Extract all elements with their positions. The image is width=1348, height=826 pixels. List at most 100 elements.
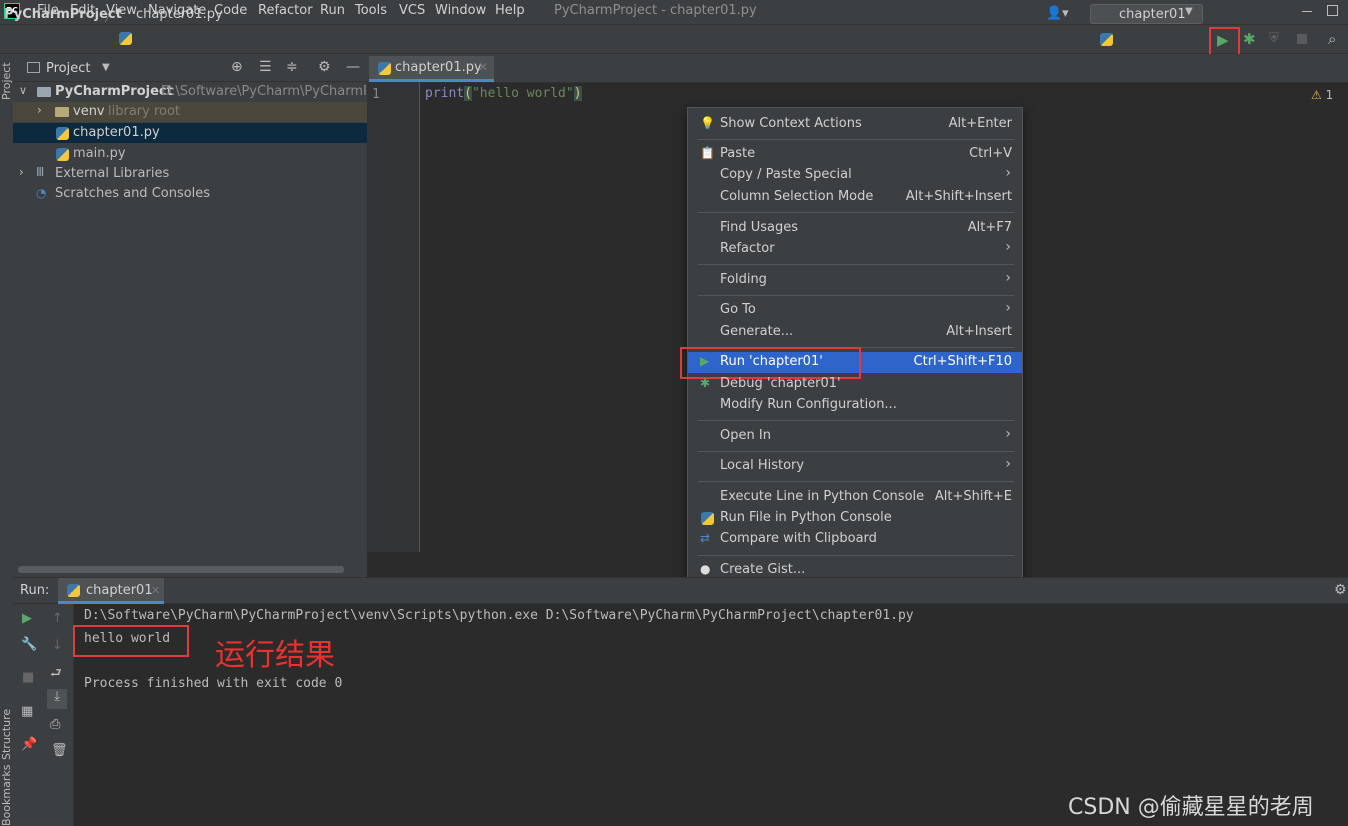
menu-item-label: Open In — [720, 428, 771, 443]
project-panel-title[interactable]: Project — [46, 61, 90, 76]
run-tool-header — [13, 577, 1348, 604]
chevron-right-icon: › — [1005, 165, 1011, 181]
arrow-down-icon[interactable]: ↓ — [52, 638, 63, 653]
hide-icon[interactable]: — — [346, 59, 360, 75]
stop-icon[interactable]: ■ — [22, 670, 34, 685]
python-file-icon — [67, 584, 80, 597]
breadcrumb-separator: 〉 — [104, 10, 118, 25]
lightbulb-icon: 💡 — [700, 116, 715, 130]
python-file-icon — [56, 127, 69, 140]
menu-tools[interactable]: Tools — [355, 3, 387, 18]
wrench-icon[interactable]: 🔧 — [21, 637, 37, 652]
menu-item-compare-clipboard[interactable]: ⇄ Compare with Clipboard — [688, 529, 1022, 550]
chevron-down-icon[interactable]: ▼ — [102, 62, 110, 73]
menu-separator — [698, 420, 1014, 421]
run-button-highlight-box — [1209, 27, 1240, 57]
warning-indicator[interactable]: ⚠ 1 — [1311, 88, 1333, 102]
warning-icon: ⚠ — [1311, 88, 1322, 102]
menu-item-column-selection-mode[interactable]: Column Selection Mode Alt+Shift+Insert — [688, 187, 1022, 208]
menu-item-local-history[interactable]: Local History › — [688, 456, 1022, 477]
project-panel-scrollbar[interactable] — [18, 566, 344, 573]
pin-icon[interactable]: 📌 — [21, 737, 37, 752]
menu-separator — [698, 295, 1014, 296]
menu-item-label: Find Usages — [720, 220, 799, 235]
arrow-up-icon[interactable]: ↑ — [52, 611, 63, 626]
gear-icon[interactable]: ⚙ — [1334, 582, 1347, 598]
menu-item-label: Execute Line in Python Console — [720, 489, 925, 504]
menu-item-run-file-console[interactable]: Run File in Python Console — [688, 508, 1022, 529]
menu-vcs[interactable]: VCS — [399, 3, 425, 18]
tree-item-project-root[interactable]: ∨ PyCharmProject D:\Software\PyCharm\PyC… — [13, 82, 367, 102]
layout-icon[interactable]: ▦ — [21, 704, 33, 719]
menu-separator — [698, 481, 1014, 482]
menu-item-find-usages[interactable]: Find Usages Alt+F7 — [688, 218, 1022, 239]
collapse-all-icon[interactable]: ≑ — [286, 59, 298, 75]
run-configuration-label: chapter01 — [1119, 7, 1186, 22]
tree-item-label: PyCharmProject — [55, 84, 173, 99]
menu-item-paste[interactable]: 📋 Paste Ctrl+V — [688, 144, 1022, 165]
gear-icon[interactable]: ⚙ — [318, 59, 331, 75]
menu-run[interactable]: Run — [320, 3, 345, 18]
editor-gutter — [367, 82, 420, 552]
user-icon[interactable]: 👤▾ — [1046, 6, 1069, 21]
watermark: CSDN @偷藏星星的老周 — [1068, 795, 1314, 820]
menu-item-label: Generate... — [720, 324, 794, 339]
output-highlight-box — [73, 625, 189, 657]
close-icon[interactable]: ✕ — [151, 584, 160, 597]
trash-icon[interactable]: 🗑 — [51, 743, 68, 758]
menu-item-open-in[interactable]: Open In › — [688, 426, 1022, 447]
debug-bug-icon: ✱ — [700, 376, 711, 390]
menu-item-debug-chapter01[interactable]: ✱ Debug 'chapter01' — [688, 374, 1022, 395]
menu-item-label: Show Context Actions — [720, 116, 862, 131]
menu-help[interactable]: Help — [495, 3, 525, 18]
menu-item-shortcut: Alt+Insert — [946, 324, 1012, 339]
locate-icon[interactable]: ⊕ — [231, 59, 243, 75]
menu-item-copy-paste-special[interactable]: Copy / Paste Special › — [688, 165, 1022, 186]
menu-item-label: Local History — [720, 458, 805, 473]
menu-item-folding[interactable]: Folding › — [688, 270, 1022, 291]
code-line[interactable]: print("hello world") — [425, 86, 582, 101]
search-icon[interactable]: ⌕ — [1328, 30, 1336, 48]
menu-item-label: Run File in Python Console — [720, 510, 892, 525]
compare-icon: ⇄ — [700, 531, 711, 545]
soft-wrap-icon[interactable]: ⮐ — [50, 664, 62, 686]
menu-refactor[interactable]: Refactor — [258, 3, 313, 18]
menu-item-refactor[interactable]: Refactor › — [688, 239, 1022, 260]
tree-item-scratches[interactable]: ◔ Scratches and Consoles — [13, 184, 367, 204]
bookmarks-stripe-button[interactable]: Bookmarks — [0, 765, 12, 826]
tree-item-external-libraries[interactable]: › Ⅲ External Libraries — [13, 164, 367, 184]
print-icon[interactable]: ⎙ — [50, 717, 60, 732]
menu-item-label: Copy / Paste Special — [720, 167, 852, 182]
scroll-to-end-icon[interactable]: ⤓ — [47, 689, 67, 709]
warning-count: 1 — [1325, 88, 1334, 102]
close-icon[interactable]: ✕ — [478, 60, 488, 74]
minimize-icon[interactable] — [1302, 11, 1312, 12]
menu-item-label: Folding — [720, 272, 767, 287]
menu-item-label: Refactor — [720, 241, 775, 256]
menu-item-shortcut: Alt+F7 — [967, 220, 1012, 235]
debug-bug-icon[interactable]: ✱ — [1243, 30, 1256, 48]
menu-window[interactable]: Window — [435, 3, 486, 18]
menu-item-go-to[interactable]: Go To › — [688, 300, 1022, 321]
menu-item-label: Column Selection Mode — [720, 189, 874, 204]
github-icon: ● — [700, 562, 711, 576]
stop-icon[interactable] — [1297, 34, 1307, 44]
tree-item-hint: D:\Software\PyCharm\PyCharmProj — [161, 84, 366, 99]
tree-item-main[interactable]: main.py — [13, 144, 367, 164]
maximize-icon[interactable] — [1327, 5, 1338, 16]
menu-item-modify-run-configuration[interactable]: Modify Run Configuration... — [688, 395, 1022, 416]
menu-item-label: Compare with Clipboard — [720, 531, 877, 546]
breadcrumb-file[interactable]: chapter01.py — [136, 7, 223, 22]
project-stripe-button[interactable]: Project — [0, 62, 13, 100]
rerun-icon[interactable]: ▶ — [22, 611, 32, 626]
coverage-icon[interactable]: ⛨ — [1269, 31, 1279, 46]
structure-stripe-button[interactable]: Structure — [0, 709, 13, 760]
line-number: 1 — [372, 87, 380, 102]
menu-separator — [698, 451, 1014, 452]
menu-item-show-context-actions[interactable]: 💡 Show Context Actions Alt+Enter — [688, 114, 1022, 135]
menu-item-generate[interactable]: Generate... Alt+Insert — [688, 322, 1022, 343]
expand-all-icon[interactable]: ☰ — [259, 59, 272, 75]
tree-item-venv[interactable]: › venv library root — [13, 102, 367, 122]
menu-item-execute-line-console[interactable]: Execute Line in Python Console Alt+Shift… — [688, 487, 1022, 508]
tree-item-chapter01[interactable]: chapter01.py — [13, 123, 367, 143]
